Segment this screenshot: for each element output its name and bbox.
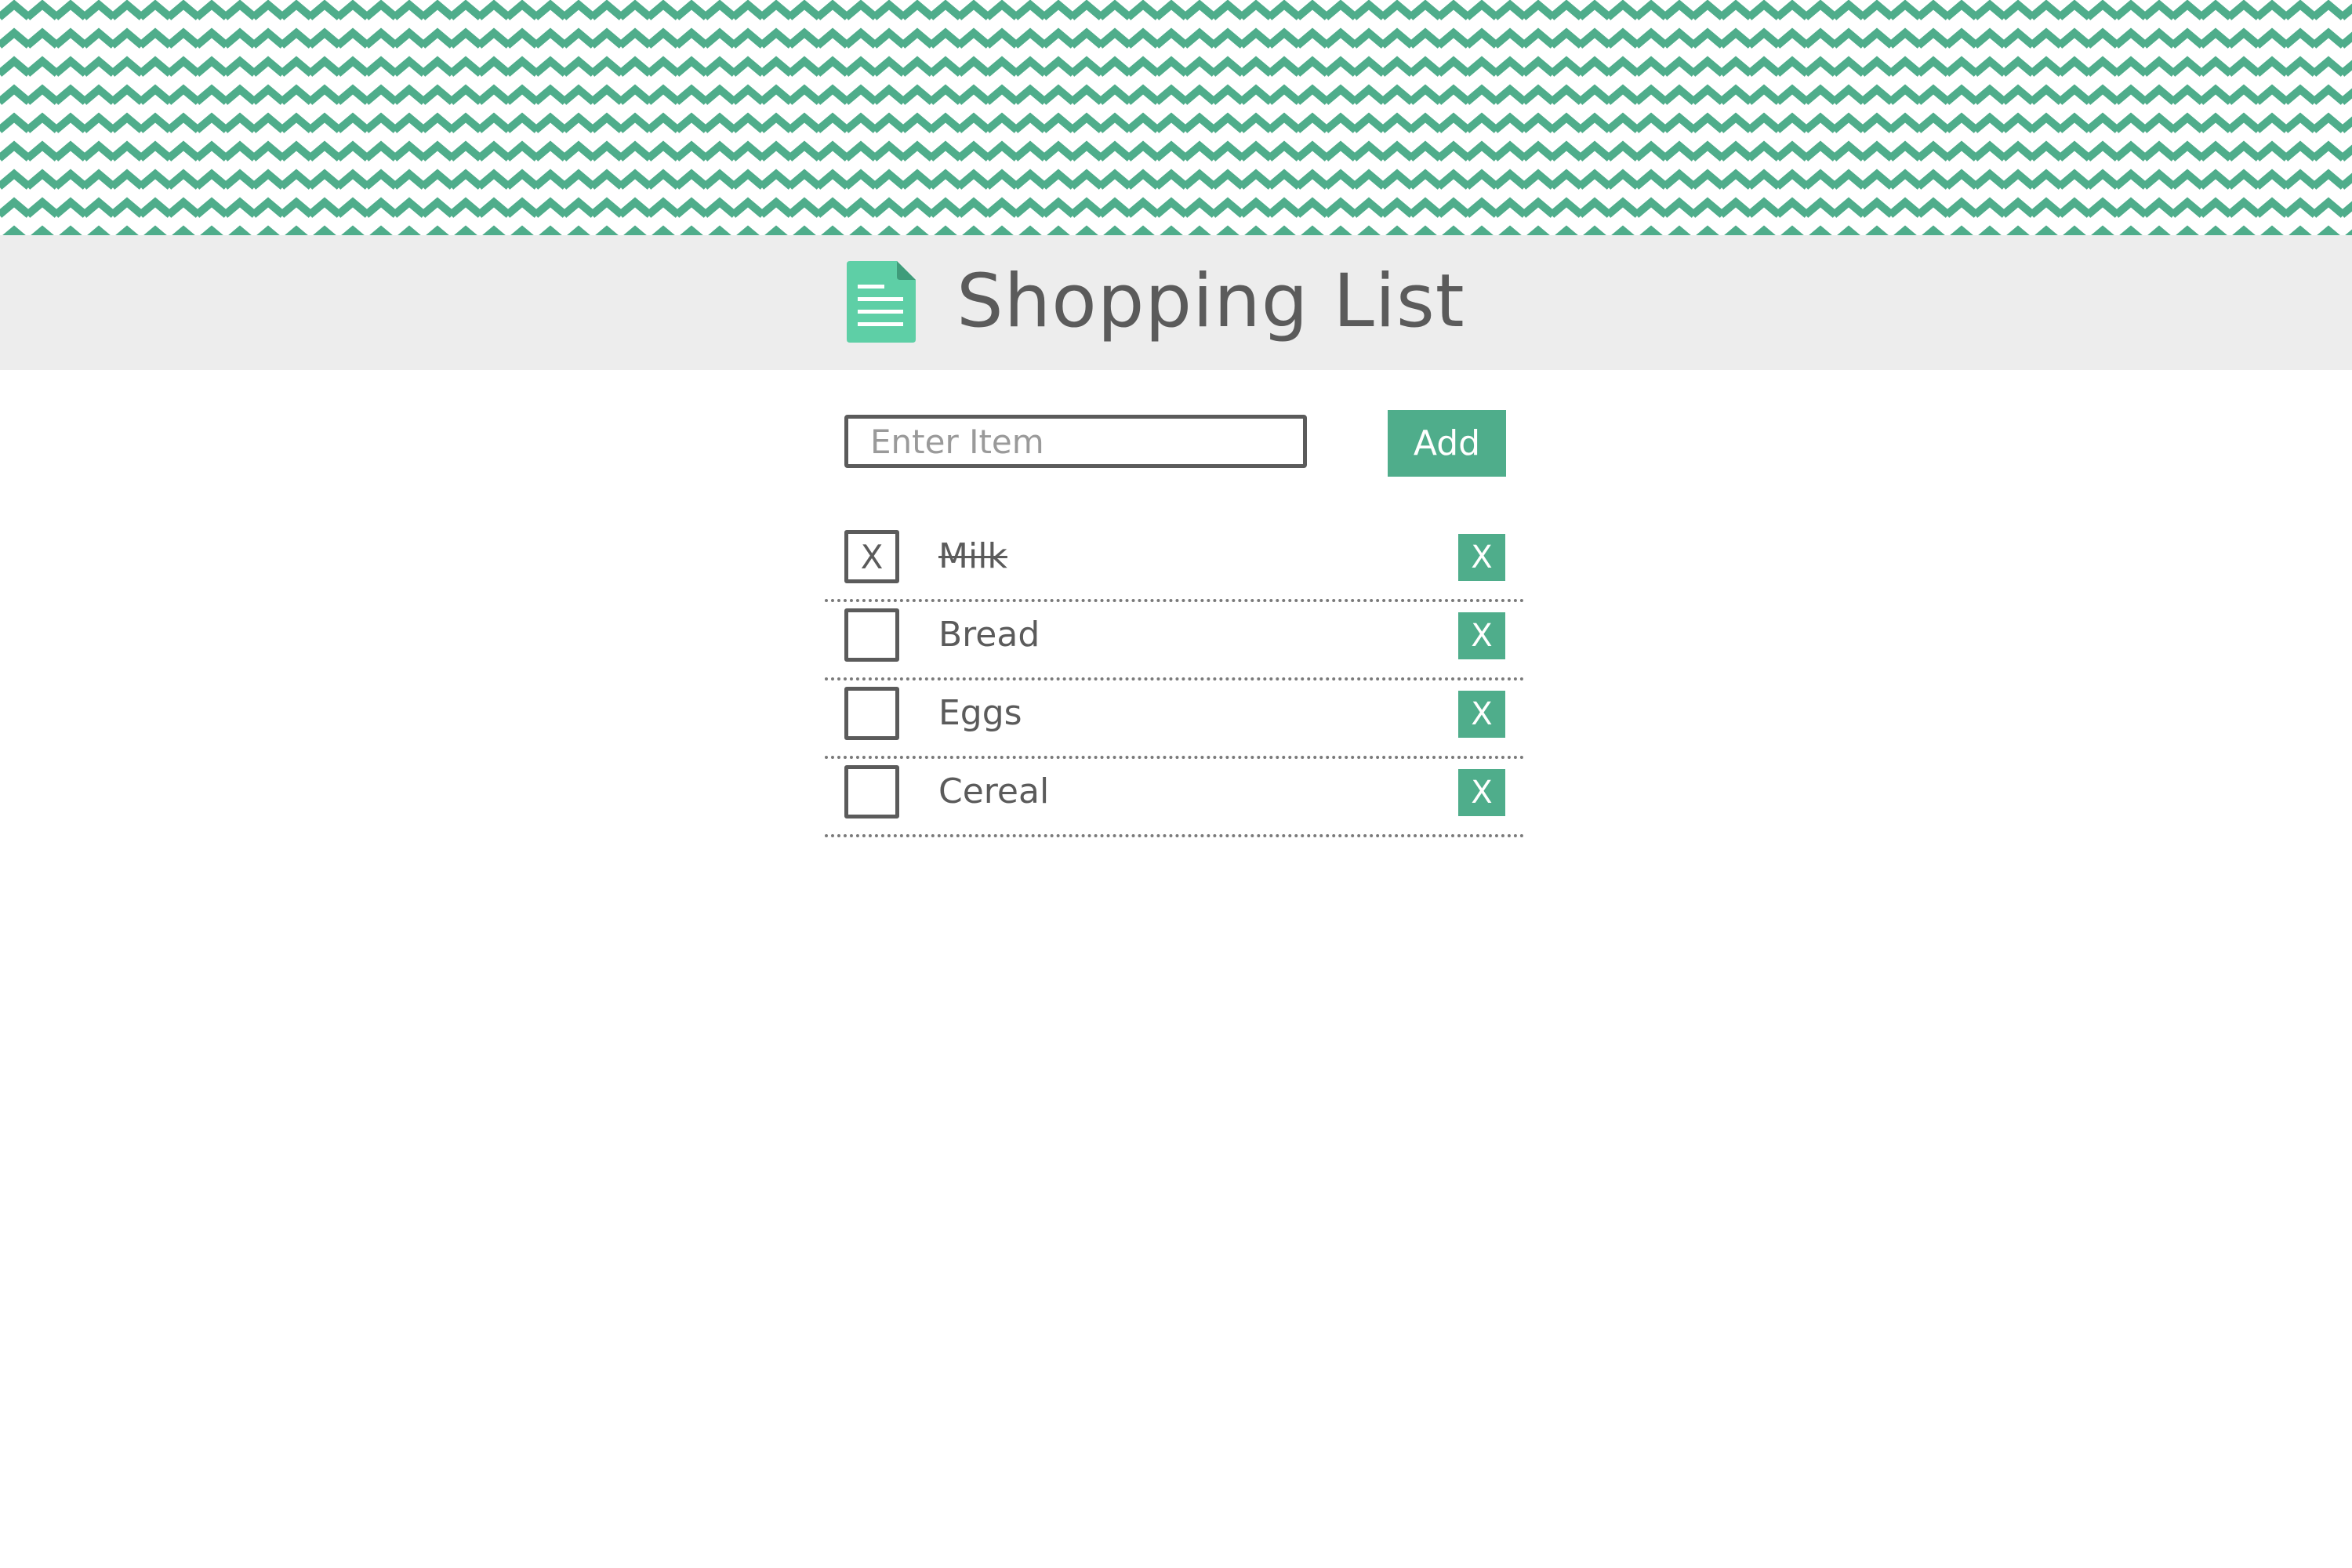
chevron-pattern-banner: [0, 0, 2352, 235]
delete-item-button[interactable]: X: [1458, 769, 1505, 816]
item-checkbox[interactable]: [844, 765, 899, 818]
list-item: Eggs X: [825, 681, 1524, 759]
delete-item-button[interactable]: X: [1458, 612, 1505, 659]
document-icon: [847, 261, 916, 343]
item-checkbox[interactable]: X: [844, 530, 899, 583]
item-label: Cereal: [938, 771, 1050, 811]
item-checkbox[interactable]: [844, 687, 899, 740]
item-checkbox[interactable]: [844, 608, 899, 662]
page-title: Shopping List: [956, 259, 1465, 344]
item-label: Bread: [938, 615, 1040, 655]
add-item-form: Add: [844, 410, 1508, 477]
add-button[interactable]: Add: [1388, 410, 1506, 477]
delete-item-button[interactable]: X: [1458, 534, 1505, 581]
shopping-list: X Milk X Bread X Eggs X Cereal X: [825, 524, 1524, 837]
item-label: Eggs: [938, 693, 1022, 733]
list-item: Cereal X: [825, 759, 1524, 837]
list-item: Bread X: [825, 602, 1524, 681]
item-input[interactable]: [844, 415, 1307, 468]
list-item: X Milk X: [825, 524, 1524, 602]
header: Shopping List: [0, 235, 2352, 370]
header-title-group: Shopping List: [847, 251, 1465, 353]
item-label: Milk: [938, 536, 1007, 576]
delete-item-button[interactable]: X: [1458, 691, 1505, 738]
